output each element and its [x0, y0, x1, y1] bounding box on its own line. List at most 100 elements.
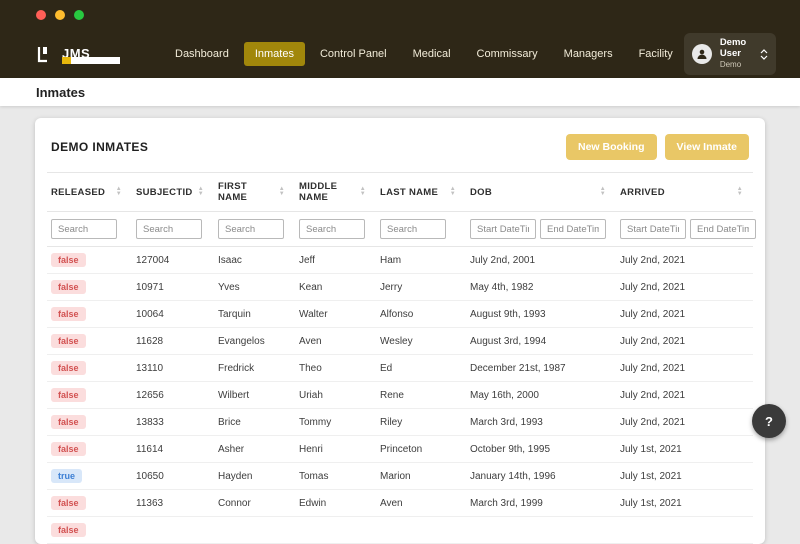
table-row[interactable]: false 12656 Wilbert Uriah Rene May 16th, 2000…: [47, 382, 753, 409]
start-datetime-input-arrived[interactable]: [620, 219, 686, 239]
filter-cell-first-name: [214, 212, 295, 247]
sort-icon[interactable]: ▲ ▼: [360, 186, 366, 196]
jms-logo-icon: [36, 45, 54, 63]
column-header-first-name[interactable]: FIRST NAME ▲ ▼: [214, 172, 295, 212]
cell-subjectid: 13833: [132, 409, 214, 436]
table-row[interactable]: false 13110 Fredrick Theo Ed December 21st, 1…: [47, 355, 753, 382]
search-input-subjectid[interactable]: [136, 219, 202, 239]
cell-released: false: [47, 490, 132, 517]
column-header-middle-name[interactable]: MIDDLE NAME ▲ ▼: [295, 172, 376, 212]
sort-icon[interactable]: ▲ ▼: [279, 186, 285, 196]
cell-first: Connor: [214, 490, 295, 517]
help-button[interactable]: ?: [752, 404, 786, 438]
table-row[interactable]: false 11614 Asher Henri Princeton October 9th…: [47, 436, 753, 463]
end-datetime-input-arrived[interactable]: [690, 219, 756, 239]
nav-item-dashboard[interactable]: Dashboard: [164, 42, 240, 66]
new-booking-button[interactable]: New Booking: [565, 134, 657, 160]
cell-middle: Theo: [295, 355, 376, 382]
cell-arrived: July 2nd, 2021: [616, 274, 753, 301]
nav-item-inmates[interactable]: Inmates: [243, 42, 305, 66]
released-badge: false: [51, 442, 86, 456]
filter-cell-released: [47, 212, 132, 247]
column-label: SUBJECTID: [136, 186, 193, 198]
column-header-arrived[interactable]: ARRIVED ▲ ▼: [616, 172, 753, 212]
cell-subjectid: 10064: [132, 301, 214, 328]
minimize-window-icon[interactable]: [55, 10, 65, 20]
filter-cell-last-name: [376, 212, 466, 247]
cell-arrived: July 1st, 2021: [616, 463, 753, 490]
table-row[interactable]: true 10650 Hayden Tomas Marion January 14th, …: [47, 463, 753, 490]
table-row[interactable]: false: [47, 517, 753, 544]
cell-middle: Uriah: [295, 382, 376, 409]
table-row[interactable]: false 10064 Tarquin Walter Alfonso August 9th…: [47, 301, 753, 328]
user-role: Demo: [719, 60, 742, 70]
jms-logo[interactable]: JMS: [36, 45, 120, 64]
sort-icon[interactable]: ▲ ▼: [198, 186, 204, 196]
cell-last: Jerry: [376, 274, 466, 301]
cell-last: [376, 517, 466, 544]
sort-icon[interactable]: ▲ ▼: [737, 186, 743, 196]
cell-last: Wesley: [376, 328, 466, 355]
sort-icon[interactable]: ▲ ▼: [116, 186, 122, 196]
nav-item-control-panel[interactable]: Control Panel: [309, 42, 398, 66]
cell-last: Ed: [376, 355, 466, 382]
close-window-icon[interactable]: [36, 10, 46, 20]
cell-dob: January 14th, 1996: [466, 463, 616, 490]
cell-arrived: July 2nd, 2021: [616, 382, 753, 409]
search-input-first-name[interactable]: [218, 219, 284, 239]
end-datetime-input-dob[interactable]: [540, 219, 606, 239]
cell-released: false: [47, 301, 132, 328]
cell-middle: Aven: [295, 328, 376, 355]
cell-dob: August 9th, 1993: [466, 301, 616, 328]
cell-first: Brice: [214, 409, 295, 436]
filter-cell-subjectid: [132, 212, 214, 247]
zoom-window-icon[interactable]: [74, 10, 84, 20]
cell-dob: August 3rd, 1994: [466, 328, 616, 355]
column-header-released[interactable]: RELEASED ▲ ▼: [47, 172, 132, 212]
cell-last: Princeton: [376, 436, 466, 463]
released-badge: false: [51, 307, 86, 321]
cell-arrived: July 1st, 2021: [616, 436, 753, 463]
cell-released: false: [47, 382, 132, 409]
cell-last: Riley: [376, 409, 466, 436]
column-header-dob[interactable]: DOB ▲ ▼: [466, 172, 616, 212]
released-badge: false: [51, 334, 86, 348]
cell-dob: October 9th, 1995: [466, 436, 616, 463]
sort-icon[interactable]: ▲ ▼: [450, 186, 456, 196]
nav-item-managers[interactable]: Managers: [553, 42, 624, 66]
search-input-last-name[interactable]: [380, 219, 446, 239]
inmates-panel: DEMO INMATES New Booking View Inmate REL…: [35, 118, 765, 544]
nav-item-medical[interactable]: Medical: [402, 42, 462, 66]
table-row[interactable]: false 13833 Brice Tommy Riley March 3rd, 1993…: [47, 409, 753, 436]
cell-released: false: [47, 436, 132, 463]
search-input-released[interactable]: [51, 219, 117, 239]
cell-middle: Tomas: [295, 463, 376, 490]
table-row[interactable]: false 10971 Yves Kean Jerry May 4th, 1982 July…: [47, 274, 753, 301]
panel-title: DEMO INMATES: [51, 140, 149, 154]
table-body: false 127004 Isaac Jeff Ham July 2nd, 2001 Jul…: [47, 247, 753, 544]
cell-dob: December 21st, 1987: [466, 355, 616, 382]
sort-icon[interactable]: ▲ ▼: [600, 186, 606, 196]
cell-released: false: [47, 274, 132, 301]
user-menu[interactable]: Demo User Demo: [683, 33, 776, 75]
cell-dob: May 16th, 2000: [466, 382, 616, 409]
nav-item-commissary[interactable]: Commissary: [466, 42, 549, 66]
cell-middle: Kean: [295, 274, 376, 301]
cell-last: Alfonso: [376, 301, 466, 328]
column-label: RELEASED: [51, 186, 106, 198]
table-row[interactable]: false 127004 Isaac Jeff Ham July 2nd, 2001 Jul…: [47, 247, 753, 274]
released-badge: false: [51, 253, 86, 267]
view-inmate-button[interactable]: View Inmate: [664, 134, 749, 160]
column-header-subjectid[interactable]: SUBJECTID ▲ ▼: [132, 172, 214, 212]
cell-subjectid: 10650: [132, 463, 214, 490]
start-datetime-input-dob[interactable]: [470, 219, 536, 239]
cell-arrived: July 1st, 2021: [616, 490, 753, 517]
cell-first: Evangelos: [214, 328, 295, 355]
column-label: LAST NAME: [380, 186, 439, 198]
table-row[interactable]: false 11363 Connor Edwin Aven March 3rd, 1999…: [47, 490, 753, 517]
nav-item-facility[interactable]: Facility: [628, 42, 684, 66]
column-header-last-name[interactable]: LAST NAME ▲ ▼: [376, 172, 466, 212]
logo-underline: [62, 56, 120, 64]
search-input-middle-name[interactable]: [299, 219, 365, 239]
table-row[interactable]: false 11628 Evangelos Aven Wesley August 3rd,…: [47, 328, 753, 355]
